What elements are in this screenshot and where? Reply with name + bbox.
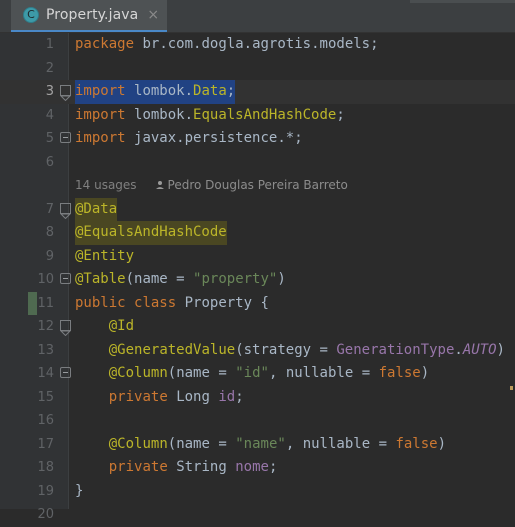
code-text: @Data bbox=[75, 197, 118, 221]
code-text: import lombok.EqualsAndHashCode; bbox=[75, 106, 345, 123]
code-line[interactable]: 1 package br.com.dogla.agrotis.models; bbox=[0, 33, 515, 57]
code-fold-icon[interactable] bbox=[60, 202, 71, 219]
line-number: 3 bbox=[45, 84, 54, 99]
code-text: } bbox=[75, 482, 84, 499]
line-number: 6 bbox=[45, 154, 54, 170]
line-number: 16 bbox=[37, 413, 54, 428]
code-line[interactable]: 9 @Entity bbox=[0, 245, 515, 269]
line-number: 17 bbox=[37, 436, 54, 452]
java-class-icon: C bbox=[23, 7, 39, 23]
code-text: package br.com.dogla.agrotis.models; bbox=[75, 36, 379, 52]
tab-property-java[interactable]: C Property.java × bbox=[11, 0, 168, 32]
line-number: 1 bbox=[45, 37, 54, 52]
code-text: @Id bbox=[108, 318, 135, 334]
line-number: 10 bbox=[37, 272, 54, 287]
code-editor[interactable]: 1 package br.com.dogla.agrotis.models; 2 3 … bbox=[0, 33, 515, 522]
code-text: @Table(name = "property") bbox=[75, 271, 286, 287]
code-line[interactable]: 13 @GeneratedValue(strategy = Generation… bbox=[0, 339, 515, 363]
line-number: 4 bbox=[45, 107, 54, 123]
code-line[interactable]: 4 import lombok.EqualsAndHashCode; bbox=[0, 104, 515, 128]
code-fold-icon[interactable] bbox=[60, 273, 71, 284]
code-line[interactable]: 3 import lombok.Data; bbox=[0, 80, 515, 104]
code-text: import javax.persistence.*; bbox=[75, 130, 303, 146]
code-line[interactable]: 7 @Data bbox=[0, 197, 515, 221]
code-line[interactable]: 6 bbox=[0, 151, 515, 175]
code-fold-icon[interactable] bbox=[60, 320, 71, 336]
line-number: 20 bbox=[37, 507, 54, 522]
code-line[interactable]: 15 private Long id; bbox=[0, 386, 515, 410]
line-number: 8 bbox=[45, 225, 54, 240]
tab-bar-top-strip bbox=[410, 0, 515, 3]
code-line[interactable]: 5 import javax.persistence.*; bbox=[0, 127, 515, 151]
code-text: public class Property { bbox=[75, 294, 269, 311]
line-number: 13 bbox=[37, 342, 54, 358]
inlay-hint-row: 14 usages Pedro Douglas Pereira Barreto bbox=[0, 174, 515, 198]
code-text: private Long id; bbox=[108, 388, 244, 405]
code-fold-icon[interactable] bbox=[60, 367, 71, 378]
code-text: @GeneratedValue(strategy = GenerationTyp… bbox=[108, 341, 505, 358]
code-text: @Entity bbox=[75, 247, 135, 264]
code-line[interactable]: 17 @Column(name = "name", nullable = fal… bbox=[0, 433, 515, 457]
vcs-change-marker[interactable] bbox=[28, 291, 37, 315]
code-text: @EqualsAndHashCode bbox=[75, 221, 227, 245]
line-number: 2 bbox=[45, 60, 54, 76]
editor-tab-bar: C Property.java × bbox=[0, 0, 515, 33]
code-text: private String nome; bbox=[108, 459, 278, 475]
line-number: 5 bbox=[45, 131, 54, 146]
code-fold-icon[interactable] bbox=[60, 132, 71, 143]
close-icon[interactable]: × bbox=[147, 8, 159, 22]
inlay-hint[interactable]: 14 usages Pedro Douglas Pereira Barreto bbox=[75, 174, 348, 199]
line-number: 15 bbox=[37, 389, 54, 405]
tab-label: Property.java bbox=[46, 7, 139, 23]
code-line[interactable]: 8 @EqualsAndHashCode bbox=[0, 221, 515, 245]
code-text: @Column(name = "id", nullable = false) bbox=[108, 365, 430, 381]
code-line[interactable]: 11 public class Property { bbox=[0, 291, 515, 315]
code-fold-icon[interactable] bbox=[60, 85, 71, 101]
code-line[interactable]: 19} bbox=[0, 480, 515, 504]
person-icon bbox=[155, 175, 165, 199]
code-line[interactable]: 20 bbox=[0, 503, 515, 527]
code-line[interactable]: 12 @Id bbox=[0, 315, 515, 339]
code-line[interactable]: 16 bbox=[0, 409, 515, 433]
line-number: 9 bbox=[45, 248, 54, 264]
line-number: 18 bbox=[37, 460, 54, 475]
code-line[interactable]: 10 @Table(name = "property") bbox=[0, 268, 515, 292]
author-name[interactable]: Pedro Douglas Pereira Barreto bbox=[168, 178, 348, 192]
line-number: 12 bbox=[37, 319, 54, 334]
code-line[interactable]: 18 private String nome; bbox=[0, 456, 515, 480]
line-number: 19 bbox=[37, 483, 54, 499]
usages-count[interactable]: 14 usages bbox=[75, 178, 137, 192]
code-line[interactable]: 14 @Column(name = "id", nullable = false… bbox=[0, 362, 515, 386]
code-text: @Column(name = "name", nullable = false) bbox=[108, 435, 447, 452]
code-text: import lombok.Data; bbox=[75, 80, 236, 104]
line-number: 7 bbox=[45, 201, 54, 217]
line-number: 14 bbox=[37, 366, 54, 381]
error-stripe-marker[interactable] bbox=[510, 385, 513, 390]
code-line[interactable]: 2 bbox=[0, 57, 515, 81]
